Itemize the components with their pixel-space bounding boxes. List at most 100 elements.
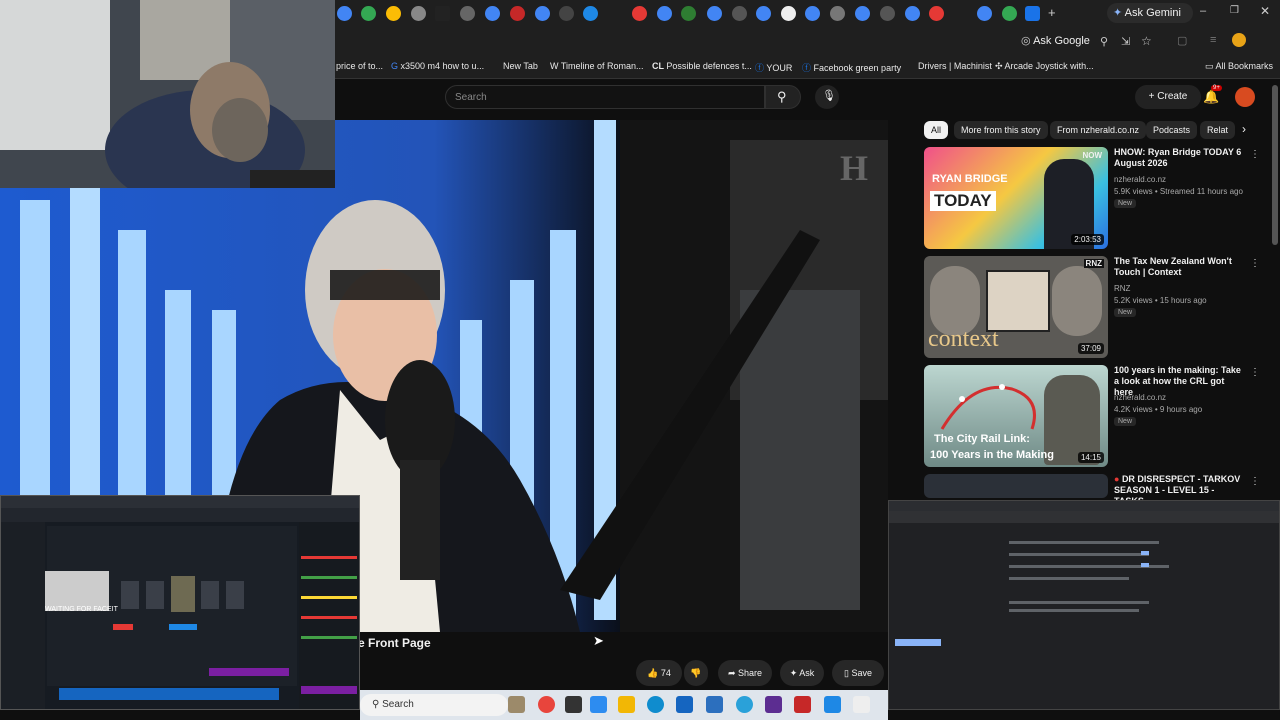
new-tab-button[interactable]: + (1048, 5, 1056, 20)
tab-favicon[interactable] (460, 6, 475, 21)
create-button[interactable]: + Create (1135, 85, 1201, 109)
channel-name[interactable]: nzherald.co.nz (1114, 175, 1166, 184)
chrome-icon[interactable] (538, 696, 555, 713)
extensions-icon[interactable]: ▢ (1177, 34, 1187, 47)
task-view-icon[interactable] (508, 696, 525, 713)
bookmark-item[interactable]: ✣ Arcade Joystick with... (995, 61, 1094, 72)
recommendation-item[interactable]: RYAN BRIDGE TODAY NOW 2:03:53 HNOW: Ryan… (924, 147, 1274, 251)
tab-favicon[interactable] (781, 6, 796, 21)
more-options-icon[interactable]: ⋮ (1250, 367, 1260, 378)
bookmark-star-icon[interactable]: ☆ (1141, 34, 1152, 48)
bookmark-item[interactable]: ⓕ YOUR (755, 61, 792, 74)
tab-favicon-google[interactable] (977, 6, 992, 21)
chip-from-nzherald[interactable]: From nzherald.co.nz (1050, 121, 1147, 139)
sidebar-icon[interactable]: ≡ (1210, 34, 1216, 46)
share-button[interactable]: ➦ Share (718, 660, 772, 686)
video-actions: 👍 74 👎 ➦ Share ✦ Ask ▯ Save (636, 660, 886, 686)
notifications-button[interactable]: 🔔 9+ (1203, 85, 1222, 104)
tab-favicon-google[interactable] (361, 6, 376, 21)
search-button[interactable]: ⚲ (765, 85, 801, 109)
bookmark-item[interactable]: price of to... (336, 61, 383, 71)
chip-podcasts[interactable]: Podcasts (1146, 121, 1198, 139)
tab-favicon-google[interactable] (485, 6, 500, 21)
voice-search-button[interactable]: 🎙 (815, 85, 839, 109)
recommendation-title[interactable]: HNOW: Ryan Bridge TODAY 6 August 2026 (1114, 147, 1244, 169)
video-thumbnail[interactable]: RYAN BRIDGE TODAY NOW 2:03:53 (924, 147, 1108, 249)
tab-favicon[interactable] (732, 6, 747, 21)
tab-favicon-google[interactable] (1002, 6, 1017, 21)
recommendation-title[interactable]: The Tax New Zealand Won't Touch | Contex… (1114, 256, 1244, 278)
channel-name[interactable]: nzherald.co.nz (1114, 393, 1166, 402)
ask-gemini-button[interactable]: ✦ Ask Gemini (1107, 3, 1193, 23)
more-options-icon[interactable]: ⋮ (1250, 258, 1260, 269)
tab-favicon-google[interactable] (756, 6, 771, 21)
app-icon[interactable] (824, 696, 841, 713)
ask-google-button[interactable]: ◎ Ask Google (1021, 34, 1090, 47)
tab-favicon[interactable] (583, 6, 598, 21)
more-options-icon[interactable]: ⋮ (1250, 149, 1260, 160)
all-bookmarks[interactable]: ▭ All Bookmarks (1205, 61, 1273, 72)
app-icon[interactable] (565, 696, 582, 713)
tab-favicon[interactable] (880, 6, 895, 21)
tab-favicon-google[interactable] (855, 6, 870, 21)
tab-favicon[interactable] (510, 6, 525, 21)
video-thumbnail[interactable]: The City Rail Link: 100 Years in the Mak… (924, 365, 1108, 467)
tab-favicon[interactable] (681, 6, 696, 21)
chip-all[interactable]: All (924, 121, 949, 139)
tab-favicon[interactable] (411, 6, 426, 21)
edge-icon[interactable] (647, 696, 664, 713)
chip-more-from-story[interactable]: More from this story (954, 121, 1048, 139)
like-button[interactable]: 👍 74 (636, 660, 682, 686)
file-explorer-icon[interactable] (618, 696, 635, 713)
app-icon[interactable] (853, 696, 870, 713)
bookmark-item[interactable]: CL Possible defences t... (652, 61, 752, 71)
telegram-icon[interactable] (736, 696, 753, 713)
store-icon[interactable] (676, 696, 693, 713)
video-thumbnail[interactable] (924, 474, 1108, 498)
app-icon[interactable] (794, 696, 811, 713)
video-thumbnail[interactable]: context RNZ 37:09 (924, 256, 1108, 358)
maximize-icon[interactable]: ❐ (1230, 5, 1239, 16)
tab-favicon[interactable] (559, 6, 574, 21)
app-icon[interactable] (765, 696, 782, 713)
tab-favicon-settings[interactable] (1025, 6, 1040, 21)
chevron-right-icon[interactable]: › (1242, 122, 1246, 136)
profile-avatar[interactable] (1232, 33, 1246, 47)
app-icon[interactable] (590, 696, 607, 713)
search-input[interactable]: Search (445, 85, 765, 109)
bookmark-item[interactable]: Drivers | Machinist (918, 61, 992, 71)
recommendation-item[interactable]: The City Rail Link: 100 Years in the Mak… (924, 365, 1274, 469)
tab-favicon[interactable] (830, 6, 845, 21)
tab-favicon-reddit[interactable] (632, 6, 647, 21)
taskbar-search[interactable]: ⚲ Search (360, 694, 508, 716)
outlook-icon[interactable] (706, 696, 723, 713)
tab-favicon-reddit[interactable] (929, 6, 944, 21)
zoom-icon[interactable]: ⚲ (1100, 35, 1108, 48)
chip-related[interactable]: Relat (1200, 121, 1236, 139)
tab-favicon-nz[interactable] (435, 6, 450, 21)
avatar[interactable] (1235, 87, 1255, 107)
recommendation-item[interactable]: context RNZ 37:09 The Tax New Zealand Wo… (924, 256, 1274, 360)
tab-favicon-google[interactable] (386, 6, 401, 21)
tab-favicon-google[interactable] (657, 6, 672, 21)
ask-button[interactable]: ✦ Ask (780, 660, 824, 686)
tab-favicon-google[interactable] (337, 6, 352, 21)
bookmark-item[interactable]: New Tab (503, 61, 538, 71)
recommendation-item[interactable]: ● DR DISRESPECT - TARKOV SEASON 1 - LEVE… (924, 474, 1274, 506)
more-options-icon[interactable]: ⋮ (1250, 476, 1260, 487)
tab-favicon-google[interactable] (805, 6, 820, 21)
dislike-button[interactable]: 👎 (684, 660, 708, 686)
channel-name[interactable]: RNZ (1114, 284, 1130, 293)
scrollbar[interactable] (1272, 85, 1278, 245)
bookmark-label: x3500 m4 how to u... (400, 61, 485, 71)
bookmark-item[interactable]: ⓕ Facebook green party (802, 61, 901, 74)
bookmark-item[interactable]: W Timeline of Roman... (550, 61, 644, 71)
tab-favicon-google[interactable] (707, 6, 722, 21)
close-icon[interactable]: ✕ (1260, 4, 1270, 18)
install-icon[interactable]: ⇲ (1121, 35, 1130, 48)
minimize-icon[interactable]: – (1200, 5, 1206, 17)
tab-favicon-google[interactable] (535, 6, 550, 21)
save-button[interactable]: ▯ Save (832, 660, 884, 686)
tab-favicon-google[interactable] (905, 6, 920, 21)
bookmark-item[interactable]: G x3500 m4 how to u... (391, 61, 484, 71)
